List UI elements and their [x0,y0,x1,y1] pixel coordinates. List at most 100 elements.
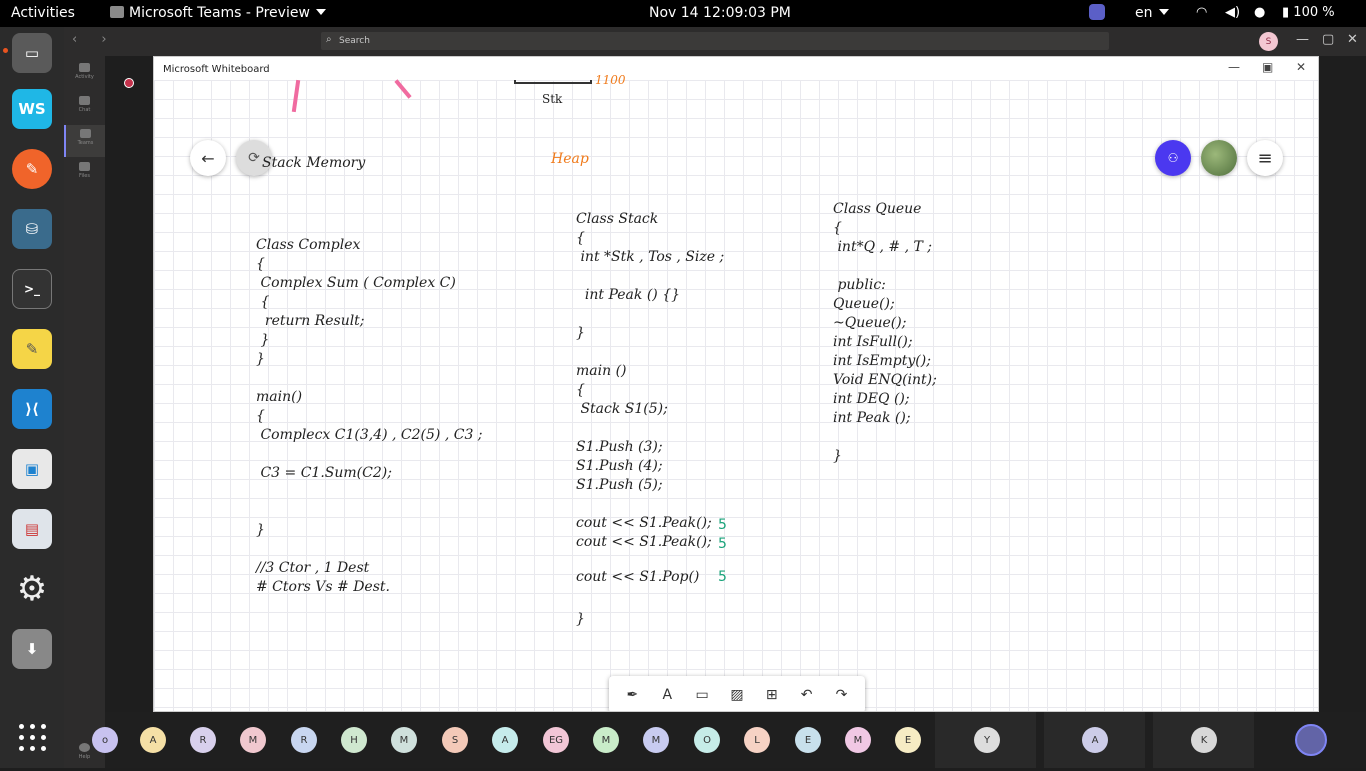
participant-avatar[interactable]: o [92,727,118,753]
participant-avatar[interactable]: E [795,727,821,753]
output-value: 5 [718,569,727,585]
volume-icon[interactable]: ◀) [1225,5,1240,20]
redo-icon[interactable]: ↷ [830,687,852,703]
whiteboard-canvas[interactable]: 1100 Stk ← ⟳ ⚇ ≡ Stack Memory Heap Class… [154,73,1318,711]
ink-stroke [291,79,301,113]
participant-avatar[interactable]: K [1191,727,1217,753]
search-icon: ⌕ [326,34,332,45]
chat-icon [79,96,90,105]
chevron-down-icon [1158,9,1169,15]
participant-avatar[interactable]: Y [974,727,1000,753]
rail-label: Help [78,754,91,760]
window-title: Microsoft Whiteboard [163,64,270,75]
participant-avatar[interactable]: A [492,727,518,753]
app-menu[interactable]: Microsoft Teams - Preview [110,5,326,21]
webstorm-icon[interactable]: WS [12,89,52,129]
rail-label: Chat [78,107,91,113]
participant-avatar[interactable]: E [895,727,921,753]
participant-avatar[interactable]: L [744,727,770,753]
avatar[interactable]: S [1259,32,1278,51]
text-editor-icon[interactable]: ✎ [12,329,52,369]
software-store-icon[interactable]: ▣ [12,449,52,489]
whiteboard-toolbar: ✒ A ▭ ▨ ⊞ ↶ ↷ [609,676,865,711]
whiteboard-titlebar: Microsoft Whiteboard — ▣ ✕ [154,57,1318,80]
participants-bar: o A R M R H M S A EG M M O L E M E Y A K [92,712,1366,768]
rail-chat[interactable]: Chat [64,92,105,124]
closing-brace: } [576,611,585,627]
teams-header: ‹ › ⌕ Search S — ▢ ✕ [64,27,1366,56]
add-person-icon: ⚇ [1167,151,1179,165]
queue-class-code: Class Queue { int*Q , # , T ; public: Qu… [833,201,937,464]
minimize-icon[interactable]: — [1296,32,1309,47]
teams-icon [80,129,91,138]
settings-gear-icon[interactable]: ⚙ [12,569,52,609]
chevron-down-icon [315,9,326,15]
rail-label: Teams [77,140,94,146]
close-icon[interactable]: ✕ [1347,32,1358,47]
participant-avatar[interactable]: A [140,727,166,753]
rail-label: Activity [75,74,94,80]
vscode-icon[interactable]: ⟩⟨ [12,389,52,429]
close-icon[interactable]: ✕ [1296,60,1306,74]
participant-avatar[interactable]: H [341,727,367,753]
participant-avatar[interactable]: M [593,727,619,753]
search-placeholder: Search [339,36,370,46]
dock: ▭ WS ✎ ⛁ >_ ✎ ⟩⟨ ▣ ▤ ⚙ ⬇ [0,27,64,768]
bell-icon [79,63,90,72]
self-video-avatar[interactable] [1295,724,1327,756]
language-label: en [1135,5,1153,21]
teams-tray-icon[interactable] [1089,4,1105,20]
teams-app-bar: Activity Chat Teams Files Help [64,56,105,768]
terminal-icon[interactable]: >_ [12,269,52,309]
clock[interactable]: Nov 14 12:09:03 PM [649,5,791,21]
pen-icon[interactable]: ✒ [621,687,643,703]
restore-icon[interactable]: ▣ [1262,60,1273,74]
minimize-icon[interactable]: — [1228,60,1240,74]
participant-avatar[interactable]: A [1082,727,1108,753]
avatar[interactable] [1201,140,1237,176]
running-indicator [3,48,8,53]
back-button[interactable]: ← [190,140,226,176]
text-icon[interactable]: A [656,687,678,703]
language-indicator[interactable]: en [1135,5,1169,21]
ink-address-label: 1100 [595,73,626,87]
participant-avatar[interactable]: S [442,727,468,753]
participant-avatar[interactable]: M [391,727,417,753]
teams-icon [110,6,124,18]
rail-activity[interactable]: Activity [64,59,105,91]
ink-stroke [394,79,412,99]
files-app-icon[interactable]: ▭ [12,33,52,73]
mysql-workbench-icon[interactable]: ⛁ [12,209,52,249]
undo-icon[interactable]: ↶ [796,687,818,703]
participant-avatar[interactable]: R [190,727,216,753]
invite-button[interactable]: ⚇ [1155,140,1191,176]
search-input[interactable]: ⌕ Search [321,32,1109,50]
participant-avatar[interactable]: M [845,727,871,753]
activities-button[interactable]: Activities [11,5,75,21]
participant-avatar[interactable]: M [643,727,669,753]
participant-avatar[interactable]: O [694,727,720,753]
show-applications-icon[interactable] [19,724,46,751]
ink-stk-label: Stk [542,92,563,106]
add-icon[interactable]: ⊞ [761,687,783,703]
participant-avatar[interactable]: EG [543,727,569,753]
participant-avatar[interactable]: R [291,727,317,753]
rail-files[interactable]: Files [64,158,105,190]
stack-memory-label: Stack Memory [262,155,366,171]
wifi-icon[interactable]: ◠ [1196,5,1207,20]
battery-indicator[interactable]: ▮ 100 % [1282,5,1335,20]
postman-icon[interactable]: ✎ [12,149,52,189]
participant-avatar[interactable]: M [240,727,266,753]
nav-arrows-icon[interactable]: ‹ › [72,32,117,47]
menu-button[interactable]: ≡ [1247,140,1283,176]
microphone-icon[interactable]: ● [1254,5,1265,20]
maximize-icon[interactable]: ▢ [1322,32,1334,47]
image-icon[interactable]: ▨ [726,687,748,703]
ink-box [514,80,592,84]
note-icon[interactable]: ▭ [691,687,713,703]
document-viewer-icon[interactable]: ▤ [12,509,52,549]
rail-teams[interactable]: Teams [64,125,105,157]
installer-icon[interactable]: ⬇ [12,629,52,669]
help-icon [79,743,90,752]
rail-label: Files [79,173,90,179]
